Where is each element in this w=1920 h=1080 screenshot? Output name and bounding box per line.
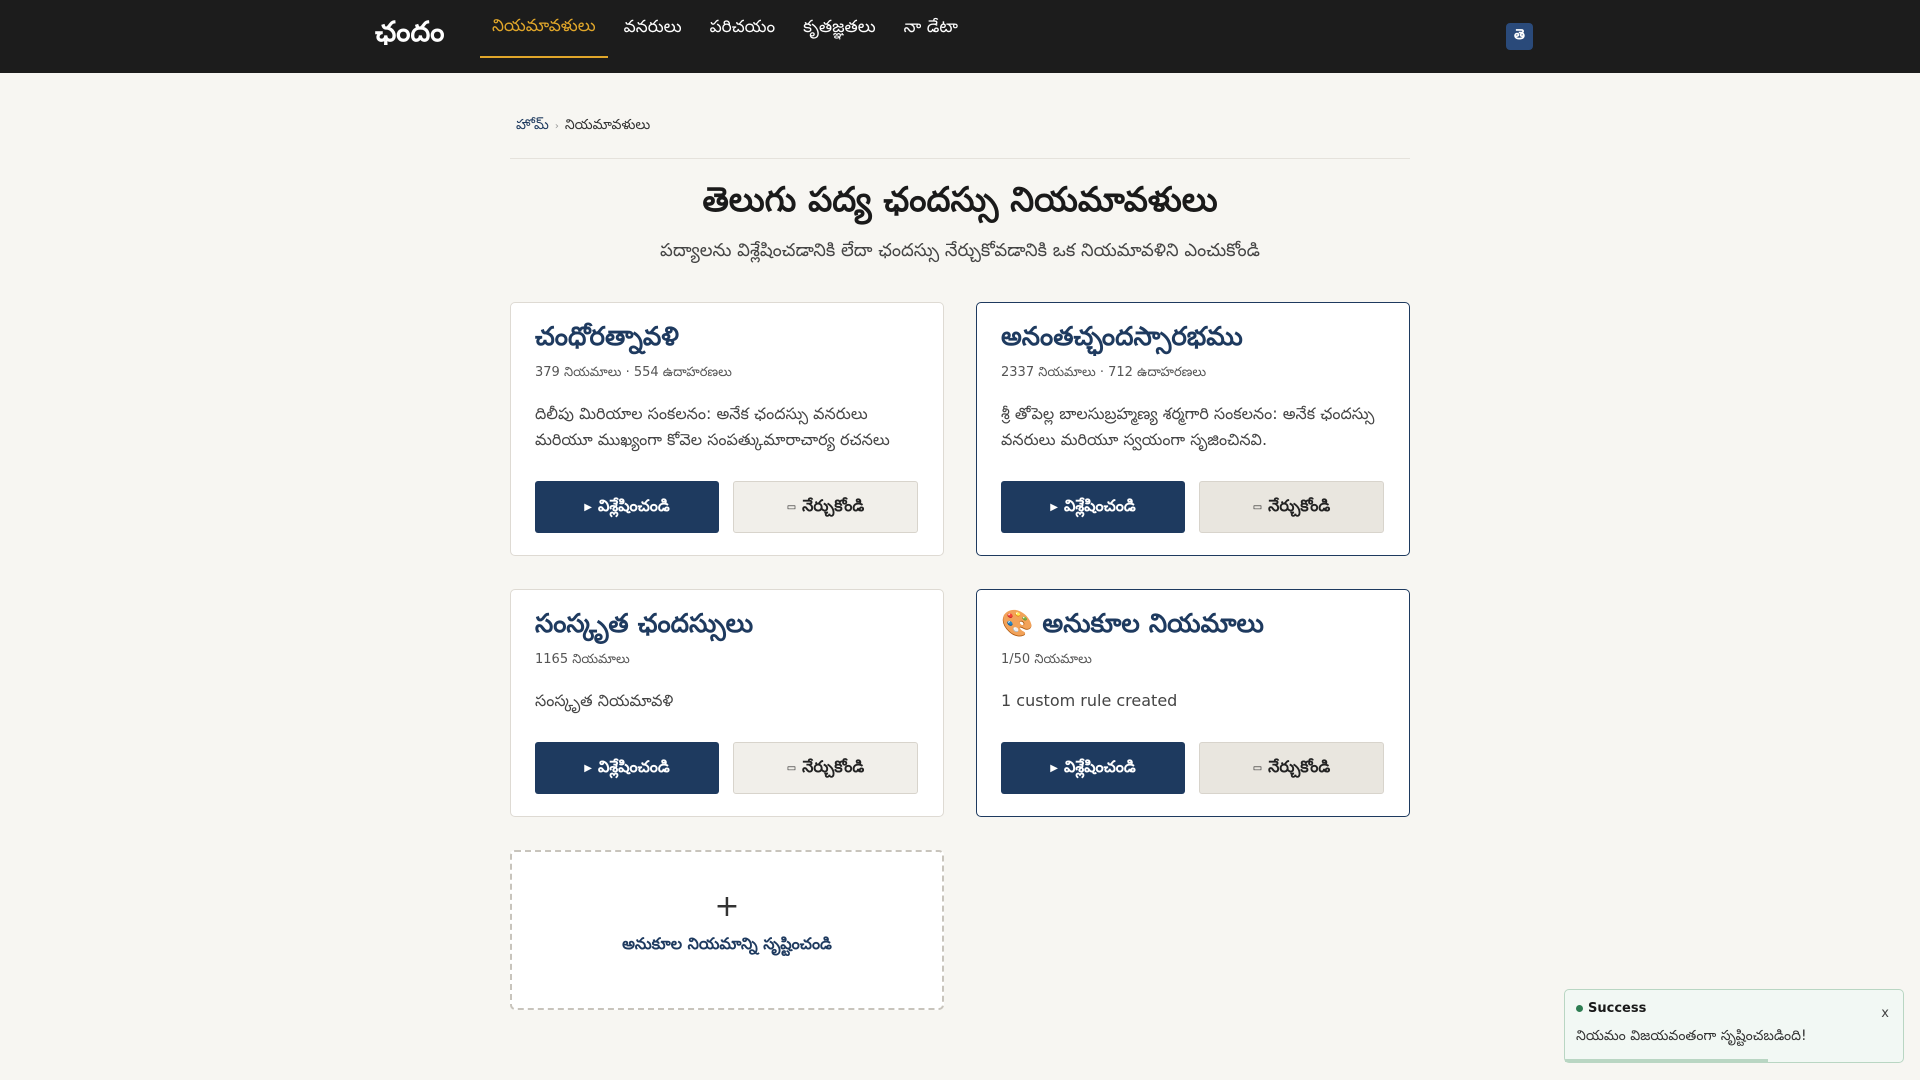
nav-item-resources[interactable]: వనరులు [612, 0, 694, 58]
analyze-button[interactable]: ▶ విశ్లేషించండి [535, 742, 719, 794]
toast-message: నియమం విజయవంతంగా సృష్టించబడింది! [1576, 1028, 1807, 1044]
play-icon: ▶ [584, 762, 592, 774]
book-icon: ▭ [786, 762, 797, 774]
rulebook-card-anantha: అనంతచ్ఛందస్సారభము 2337 నియమాలు · 712 ఉదా… [976, 302, 1410, 556]
learn-button[interactable]: ▭ నేర్చుకోండి [733, 481, 918, 533]
card-title: చంధోరత్నావళి [535, 322, 679, 352]
play-icon: ▶ [1050, 762, 1058, 774]
divider [510, 158, 1410, 159]
learn-button[interactable]: ▭ నేర్చుకోండి [1199, 481, 1384, 533]
learn-button-label: నేర్చుకోండి [1268, 756, 1331, 776]
learn-button-label: నేర్చుకోండి [1268, 495, 1331, 515]
rulebook-card-chandoratnavali: చంధోరత్నావళి 379 నియమాలు · 554 ఉదాహరణలు … [510, 302, 944, 556]
analyze-button[interactable]: ▶ విశ్లేషించండి [1001, 481, 1185, 533]
learn-button[interactable]: ▭ నేర్చుకోండి [1199, 742, 1384, 794]
breadcrumb-home-link[interactable]: హోమ్ [516, 117, 549, 136]
success-toast: Success x నియమం విజయవంతంగా సృష్టించబడింద… [1564, 989, 1904, 1063]
analyze-button[interactable]: ▶ విశ్లేషించండి [1001, 742, 1185, 794]
create-custom-rule-card[interactable]: + అనుకూల నియమాన్ని సృష్టించండి [510, 850, 944, 1010]
rulebook-card-sanskrit: సంస్కృత ఛందస్సులు 1165 నియమాలు సంస్కృత న… [510, 589, 944, 817]
card-description: శ్రీ తోపెల్ల బాలసుబ్రహ్మణ్య శర్మగారి సంక… [1001, 404, 1375, 449]
analyze-button-label: విశ్లేషించండి [597, 756, 670, 776]
book-icon: ▭ [1252, 501, 1263, 513]
brand-logo[interactable]: ఛందం [375, 14, 444, 50]
breadcrumb-separator: › [554, 121, 559, 132]
page-title: తెలుగు పద్య ఛందస్సు నియమావళులు [702, 180, 1218, 220]
nav-item-my-data[interactable]: నా డేటా [892, 0, 970, 58]
play-icon: ▶ [1050, 501, 1058, 513]
rulebook-card-custom: 🎨 అనుకూల నియమాలు 1/50 నియమాలు 1 custom r… [976, 589, 1410, 817]
toast-title-text: Success [1588, 1001, 1647, 1016]
analyze-button[interactable]: ▶ విశ్లేషించండి [535, 481, 719, 533]
top-navbar: ఛందం నియమావళులు వనరులు పరిచయం కృతజ్ఞతలు … [0, 0, 1920, 73]
toast-progress-bar [1565, 1059, 1768, 1062]
book-icon: ▭ [786, 501, 797, 513]
page-subtitle: పద్యాలను విశ్లేషించడానికి లేదా ఛందస్సు న… [660, 240, 1260, 261]
card-meta: 2337 నియమాలు · 712 ఉదాహరణలు [1001, 365, 1207, 380]
learn-button-label: నేర్చుకోండి [802, 495, 865, 515]
plus-icon: + [714, 889, 740, 924]
play-icon: ▶ [584, 501, 592, 513]
breadcrumb: హోమ్ › నియమావళులు [516, 117, 650, 136]
status-dot-icon [1576, 1005, 1583, 1012]
card-description: సంస్కృత నియమావళి [535, 691, 674, 710]
analyze-button-label: విశ్లేషించండి [1063, 495, 1136, 515]
card-title: సంస్కృత ఛందస్సులు [535, 609, 754, 639]
card-meta: 1/50 నియమాలు [1001, 652, 1092, 667]
book-icon: ▭ [1252, 762, 1263, 774]
card-meta: 1165 నియమాలు [535, 652, 630, 667]
language-toggle-button[interactable]: తె [1506, 23, 1533, 50]
card-title: అనంతచ్ఛందస్సారభము [1001, 322, 1243, 352]
card-title: 🎨 అనుకూల నియమాలు [1001, 609, 1264, 639]
card-description: దిలీపు మిరియాల సంకలనం: అనేక ఛందస్సు వనరు… [535, 404, 890, 449]
learn-button-label: నేర్చుకోండి [802, 756, 865, 776]
create-custom-rule-label: అనుకూల నియమాన్ని సృష్టించండి [622, 934, 832, 953]
nav-item-rulebooks[interactable]: నియమావళులు [480, 0, 608, 58]
toast-close-button[interactable]: x [1881, 1006, 1889, 1021]
analyze-button-label: విశ్లేషించండి [597, 495, 670, 515]
card-description: 1 custom rule created [1001, 691, 1178, 710]
nav-item-about[interactable]: పరిచయం [698, 0, 788, 58]
toast-title: Success [1576, 1001, 1646, 1016]
breadcrumb-current: నియమావళులు [564, 117, 651, 133]
learn-button[interactable]: ▭ నేర్చుకోండి [733, 742, 918, 794]
nav-item-credits[interactable]: కృతజ్ఞతలు [791, 0, 888, 58]
analyze-button-label: విశ్లేషించండి [1063, 756, 1136, 776]
main-nav: నియమావళులు వనరులు పరిచయం కృతజ్ఞతలు నా డే… [480, 0, 974, 73]
card-meta: 379 నియమాలు · 554 ఉదాహరణలు [535, 365, 732, 380]
